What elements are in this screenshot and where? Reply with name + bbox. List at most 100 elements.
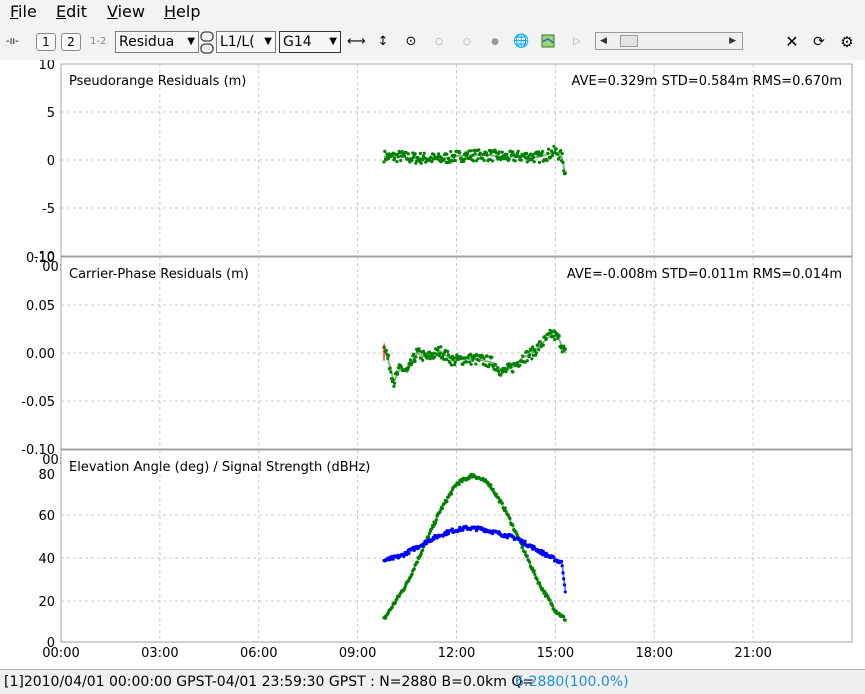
data-point (526, 350, 530, 354)
data-point (525, 151, 529, 156)
data-point (433, 355, 437, 359)
data-point (453, 158, 457, 163)
data-point (462, 159, 466, 164)
data-point (413, 152, 417, 156)
menu-help[interactable]: Help (164, 2, 200, 22)
chevron-down-icon: ▼ (264, 36, 272, 47)
toolbar: -ıı- 1 2 1-2 Residua ▼ L1/L( ▼ G14 ▼ ⟷ ↕… (0, 24, 865, 60)
data-point (445, 152, 449, 156)
globe-icon[interactable]: 🌐 (513, 34, 529, 50)
data-point (482, 158, 486, 162)
map-icon-graphic (541, 34, 555, 48)
plot-area[interactable]: 00:0003:0006:0009:0012:0015:0018:0021:00… (0, 58, 865, 669)
data-point (421, 358, 425, 362)
show-point-small-icon[interactable]: ○ (431, 34, 447, 50)
time-scrollbar[interactable]: ◀ ▶ (595, 32, 743, 50)
data-point (408, 358, 413, 362)
panel-title: Elevation Angle (deg) / Signal Strength … (69, 460, 370, 475)
frame-1-button[interactable]: 1 (36, 33, 56, 51)
center-origin-icon[interactable]: ⊙ (403, 34, 419, 50)
panel-title: Pseudorange Residuals (m) (69, 74, 246, 89)
data-point (519, 158, 523, 162)
play-icon[interactable]: ▷ (569, 34, 585, 50)
panel-title: Carrier-Phase Residuals (m) (69, 267, 249, 282)
data-point (545, 158, 549, 162)
data-point (490, 355, 494, 359)
y-tick-label: -0.10 (21, 443, 55, 458)
x-tick-label: 15:00 (537, 646, 574, 661)
data-point (474, 362, 478, 366)
data-point (465, 360, 469, 364)
data-point (563, 590, 567, 594)
data-point (532, 160, 536, 164)
data-point (537, 160, 542, 164)
x-tick-label: 21:00 (734, 646, 771, 661)
reload-icon[interactable]: ⟳ (811, 34, 827, 50)
data-point (477, 148, 481, 152)
data-point (412, 352, 416, 356)
data-point (449, 149, 453, 154)
residual-plots[interactable]: 00:0003:0006:0009:0012:0015:0018:0021:00… (0, 58, 865, 669)
data-point (530, 357, 534, 361)
y-tick-label: 80 (38, 468, 55, 483)
data-point (559, 149, 563, 153)
fit-vertical-icon[interactable]: ↕ (375, 34, 391, 50)
y-tick-label: 40 (38, 552, 55, 567)
frequency-select[interactable]: L1/L( ▼ (216, 31, 276, 53)
fit-horizontal-icon[interactable]: ⟷ (347, 34, 366, 50)
data-point (518, 363, 522, 367)
satellite-select[interactable]: G14 ▼ (279, 31, 341, 53)
gear-icon[interactable]: ⚙ (839, 34, 855, 50)
toggle-time-button[interactable]: -ıı- (6, 33, 19, 51)
data-point (529, 348, 533, 352)
data-point (392, 384, 396, 388)
data-point (485, 354, 489, 358)
y-tick-label: 0 (47, 154, 55, 169)
data-point (505, 152, 509, 157)
data-point (383, 149, 387, 153)
data-point (418, 151, 422, 155)
data-point (552, 144, 556, 148)
chevron-down-icon: ▼ (329, 36, 337, 47)
data-point (439, 345, 443, 349)
menu-file[interactable]: File (10, 2, 37, 22)
show-point-medium-icon[interactable]: ○ (459, 34, 475, 50)
y-tick-label: 5 (47, 106, 55, 121)
map-icon[interactable] (540, 34, 556, 50)
data-point (490, 159, 495, 163)
data-point (525, 359, 529, 363)
data-point (458, 151, 462, 155)
x-tick-label: 06:00 (240, 646, 277, 661)
data-point (507, 157, 511, 161)
data-point (410, 158, 414, 162)
data-point (471, 159, 476, 163)
show-point-large-icon[interactable]: ● (487, 34, 503, 50)
menu-bar: File Edit View Help (0, 0, 865, 24)
panel-stats: AVE=-0.008m STD=0.011m RMS=0.014m (567, 267, 842, 282)
frame-2-button[interactable]: 2 (61, 33, 81, 51)
data-point (406, 152, 410, 156)
data-point (513, 159, 517, 163)
data-point (511, 150, 515, 154)
frequency-switch-icon[interactable] (200, 30, 214, 56)
close-icon[interactable]: ✕ (784, 34, 800, 50)
scroll-right-icon[interactable]: ▶ (729, 33, 736, 49)
frame-1-2-button[interactable]: 1-2 (90, 33, 106, 51)
scroll-left-icon[interactable]: ◀ (600, 33, 607, 49)
plot-type-select[interactable]: Residua ▼ (115, 31, 199, 53)
data-point (547, 147, 551, 151)
scroll-thumb[interactable] (620, 35, 638, 47)
data-point (540, 149, 545, 154)
data-point (476, 157, 480, 161)
menu-view[interactable]: View (107, 2, 145, 22)
x-tick-label: 03:00 (141, 646, 178, 661)
plot-type-value: Residua (119, 34, 175, 50)
menu-edit[interactable]: Edit (56, 2, 87, 22)
status-bar: [1]2010/04/01 00:00:00 GPST-04/01 23:59:… (0, 669, 865, 694)
data-point (469, 149, 473, 153)
data-point (516, 149, 520, 153)
data-point (487, 363, 491, 367)
data-point (550, 154, 555, 158)
satellite-value: G14 (283, 34, 312, 50)
data-point (553, 338, 557, 342)
